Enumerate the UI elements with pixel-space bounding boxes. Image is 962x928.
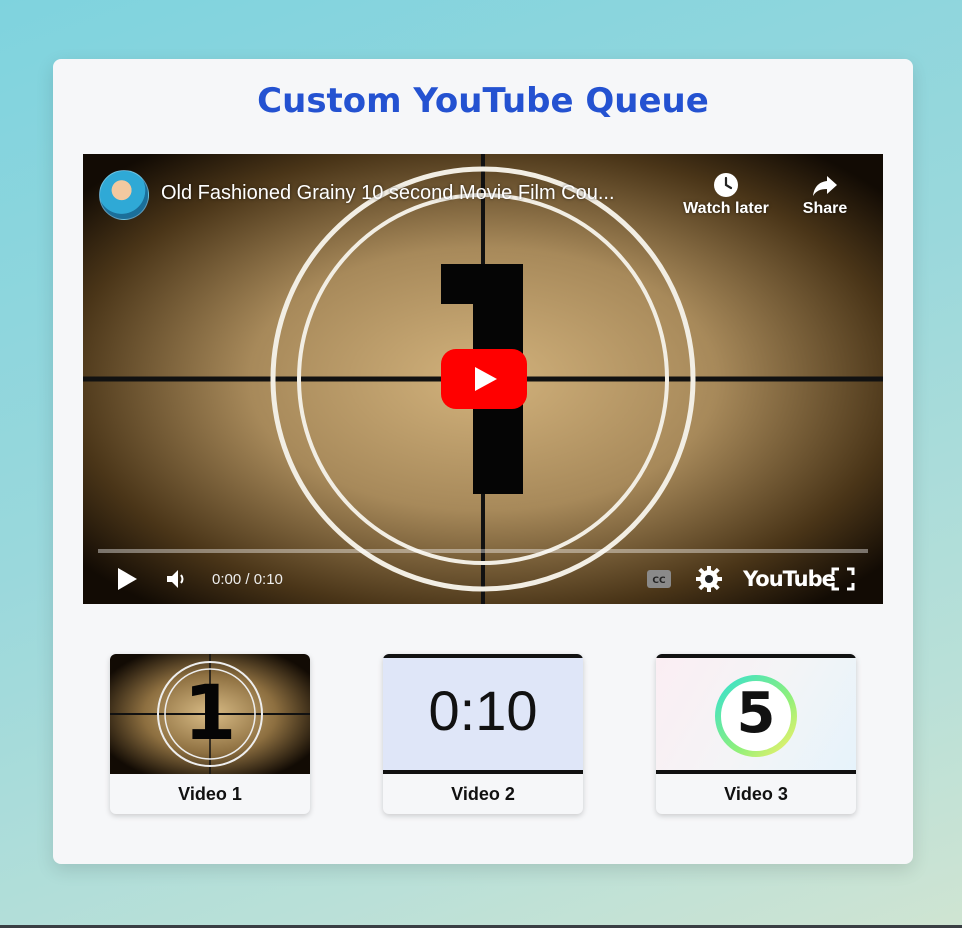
play-icon [118,568,137,590]
page-title: Custom YouTube Queue [257,81,709,121]
queue-item-video-2[interactable]: 0:10 Video 2 [383,654,583,814]
share-label: Share [802,200,848,217]
big-play-button[interactable] [441,349,527,409]
share-button[interactable]: Share [775,170,875,218]
queue-card: Custom YouTube Queue Old Fashioned Grain… [53,59,913,864]
watch-later-label: Watch later [683,200,769,217]
play-control[interactable] [115,564,139,594]
queue-item-label: Video 3 [724,784,788,804]
settings-button[interactable] [696,564,722,594]
gear-icon [696,566,722,592]
youtube-logo[interactable]: YouTube [743,564,836,594]
channel-avatar[interactable] [99,170,149,220]
queue-item-label: Video 1 [178,784,242,804]
video-player[interactable]: Old Fashioned Grainy 10 second Movie Fil… [83,154,883,604]
queue-item-video-1[interactable]: 1 Video 1 [110,654,310,814]
thumb-timer-text: 0:10 [428,679,538,742]
share-arrow-icon [813,176,837,196]
video-title[interactable]: Old Fashioned Grainy 10 second Movie Fil… [161,182,681,205]
watch-later-button[interactable]: Watch later [676,170,776,218]
progress-bar[interactable] [98,549,868,553]
thumbnail-neon-countdown: 5 [656,654,856,774]
time-display: 0:00 / 0:10 [212,570,283,588]
volume-icon [167,570,184,588]
captions-icon: CC [647,570,671,588]
captions-button[interactable]: CC [646,564,672,594]
svg-text:CC: CC [652,576,666,586]
queue-item-label: Video 2 [451,784,515,804]
clock-icon [714,173,738,197]
fullscreen-button[interactable] [831,564,855,594]
fullscreen-icon [831,567,855,591]
queue-item-video-3[interactable]: 5 Video 3 [656,654,856,814]
thumb-digit: 5 [736,681,776,746]
thumb-digit: 1 [183,668,237,757]
thumbnail-timer: 0:10 [383,654,583,774]
thumbnail-countdown-film: 1 [110,654,310,774]
volume-control[interactable] [165,564,189,594]
